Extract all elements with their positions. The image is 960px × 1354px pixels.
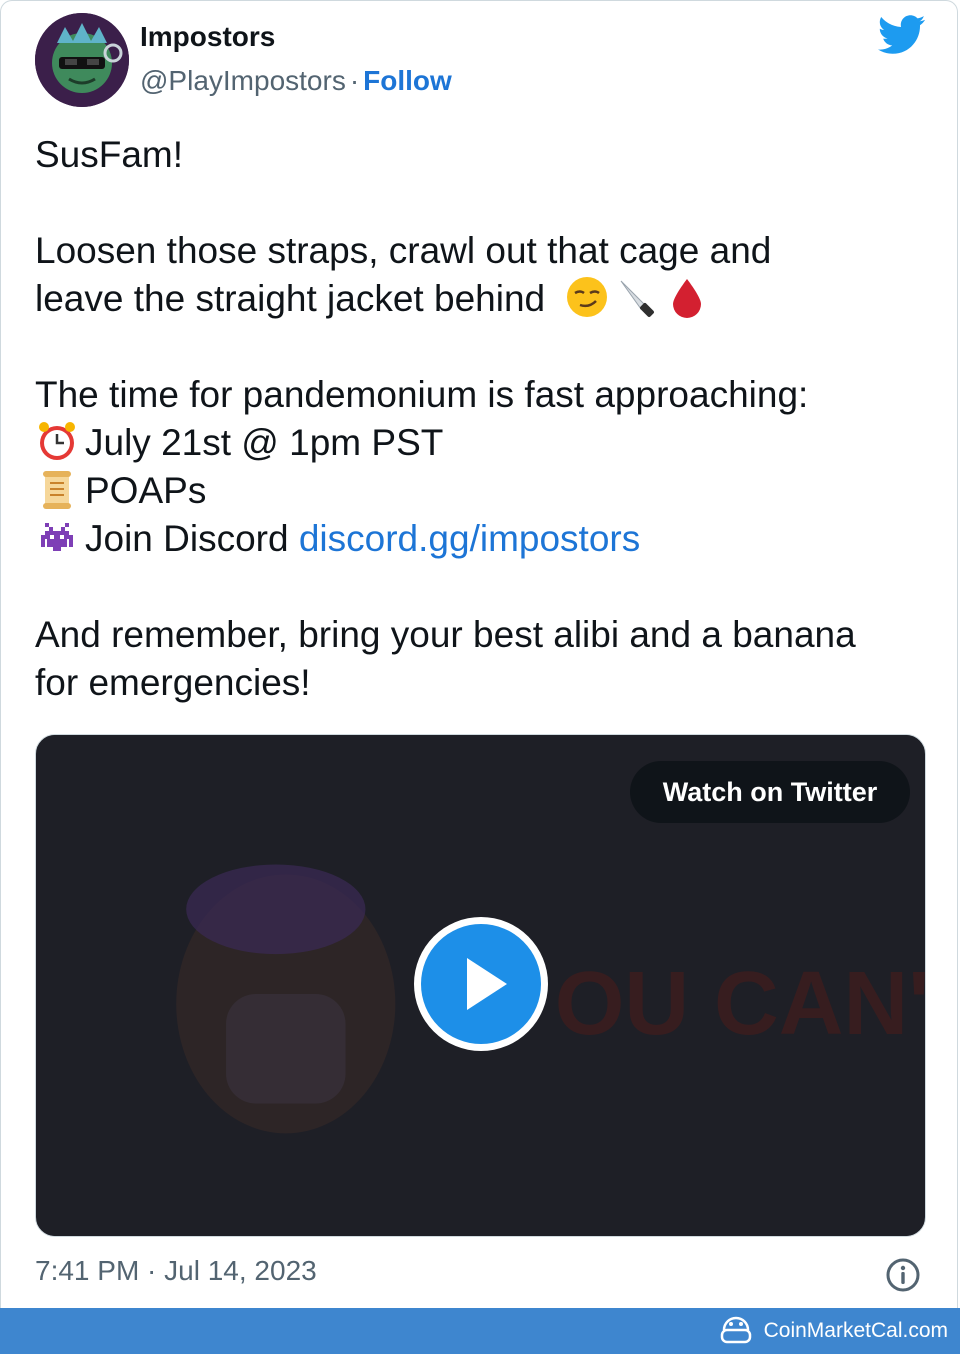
tweet-line: The time for pandemonium is fast approac…: [35, 374, 809, 415]
knife-emoji: [615, 275, 659, 319]
discord-link[interactable]: discord.gg/impostors: [299, 518, 640, 559]
author-handle[interactable]: @PlayImpostors: [140, 65, 346, 96]
list-item-text: July 21st @ 1pm PST: [85, 422, 444, 463]
list-item-text: Join Discord: [85, 518, 299, 559]
list-item: POAPs: [35, 467, 935, 515]
author-name[interactable]: Impostors: [140, 21, 275, 53]
tweet-line: for emergencies!: [35, 662, 311, 703]
separator: ·: [349, 65, 360, 96]
coinmarketcal-logo-icon: [720, 1316, 752, 1344]
handle-row: @PlayImpostors · Follow: [140, 65, 452, 97]
coinmarketcal-brand[interactable]: CoinMarketCal.com: [764, 1308, 948, 1354]
list-item-text: POAPs: [85, 470, 207, 511]
follow-link[interactable]: Follow: [363, 65, 452, 96]
tweet-line: SusFam!: [35, 134, 184, 175]
info-icon[interactable]: [885, 1257, 921, 1293]
video-player[interactable]: OU CAN'T Watch on Twitter: [35, 734, 926, 1237]
tweet-line: Loosen those straps, crawl out that cage…: [35, 230, 772, 271]
list-item: July 21st @ 1pm PST: [35, 419, 935, 467]
space-invader-emoji: [35, 515, 79, 559]
tweet-body: SusFam! Loosen those straps, crawl out t…: [35, 131, 935, 707]
watch-on-twitter-button[interactable]: Watch on Twitter: [630, 761, 910, 823]
tweet-line: And remember, bring your best alibi and …: [35, 614, 856, 655]
tweet-line-with-emoji: leave the straight jacket behind: [35, 275, 935, 323]
footer-bar: CoinMarketCal.com: [0, 1308, 960, 1354]
avatar[interactable]: [35, 13, 129, 107]
play-button[interactable]: [414, 917, 548, 1051]
play-icon: [467, 958, 507, 1010]
tweet-timestamp[interactable]: 7:41 PM · Jul 14, 2023: [35, 1255, 317, 1287]
tweet-line: leave the straight jacket behind: [35, 278, 546, 319]
list-item: Join Discord discord.gg/impostors: [35, 515, 935, 563]
blood-drop-emoji: [665, 275, 709, 319]
smirk-emoji: [565, 275, 609, 319]
twitter-bird-icon[interactable]: [877, 15, 926, 55]
tweet-card: Impostors @PlayImpostors · Follow SusFam! …: [0, 0, 958, 1308]
scroll-emoji: [35, 467, 79, 511]
alarm-clock-emoji: [35, 419, 79, 463]
thumbnail-text: OU CAN'T: [555, 953, 925, 1053]
